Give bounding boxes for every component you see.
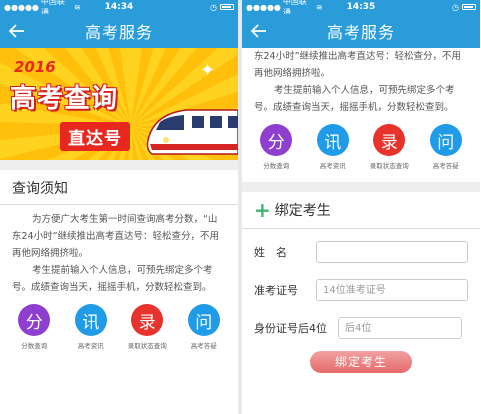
score-query-icon: 分 bbox=[18, 304, 51, 336]
name-input[interactable] bbox=[316, 241, 468, 263]
banner-title: 高考查询 bbox=[10, 84, 119, 114]
notice-title: 查询须知 bbox=[0, 170, 238, 205]
service-admission[interactable]: 录 录取状态查询 bbox=[122, 304, 172, 350]
status-bar: ●●●●● 中国联通 ≋ 14:34 ◷ bbox=[0, 0, 238, 17]
back-arrow-icon bbox=[251, 24, 266, 38]
battery-icon bbox=[462, 4, 477, 10]
signal-icon: ●●●●● bbox=[4, 2, 39, 12]
banner-subtitle: 直达号 bbox=[60, 122, 130, 151]
notice-text: 东24小时”继续推出高考直达号：轻松查分，不用再他网络拥挤啦。 考生提前输入个人… bbox=[242, 48, 480, 116]
exam-number-row: 准考证号 bbox=[242, 271, 480, 309]
service-label: 分数查询 bbox=[263, 162, 290, 170]
service-score-query[interactable]: 分 分数查询 bbox=[251, 124, 301, 170]
name-row: 姓 名 bbox=[242, 233, 480, 271]
status-bar: ●●●●● 中国联通 ≋ 14:35 ◷ bbox=[242, 0, 480, 17]
train-illustration bbox=[146, 109, 238, 155]
qa-icon: 问 bbox=[429, 124, 462, 156]
name-label: 姓 名 bbox=[254, 246, 287, 259]
back-arrow-icon bbox=[9, 24, 24, 38]
service-label: 分数查询 bbox=[21, 342, 48, 350]
qa-icon: 问 bbox=[187, 304, 220, 336]
service-grid: 分 分数查询 讯 高考资讯 录 录取状态查询 问 高考答疑 bbox=[242, 116, 480, 170]
service-news[interactable]: 讯 高考资讯 bbox=[308, 124, 358, 170]
alarm-icon: ◷ bbox=[210, 2, 218, 12]
plus-icon: + bbox=[254, 198, 271, 222]
phone-screen-right: ●●●●● 中国联通 ≋ 14:35 ◷ 高考服务 东24小时”继续推出高考直达… bbox=[242, 0, 480, 414]
service-label: 录取状态查询 bbox=[127, 342, 167, 350]
id-last4-input[interactable] bbox=[338, 317, 462, 339]
phone-screen-left: ●●●●● 中国联通 ≋ 14:34 ◷ 高考服务 2016 高考查询 直达号 … bbox=[0, 0, 238, 414]
back-button[interactable] bbox=[6, 20, 28, 42]
notice-paragraph-1: 为方便广大考生第一时间查询高考分数，“山东24小时”继续推出高考直达号：轻松查分… bbox=[12, 214, 220, 259]
bind-form-title: 绑定考生 bbox=[274, 203, 331, 219]
wifi-icon: ≋ bbox=[73, 2, 81, 12]
score-query-icon: 分 bbox=[260, 124, 293, 156]
signal-icon: ●●●●● bbox=[246, 2, 281, 12]
page-title: 高考服务 bbox=[84, 23, 153, 42]
admission-icon: 录 bbox=[373, 124, 406, 156]
notice-paragraph-1-continued: 东24小时”继续推出高考直达号：轻松查分，不用再他网络拥挤啦。 bbox=[254, 51, 462, 79]
service-score-query[interactable]: 分 分数查询 bbox=[9, 304, 59, 350]
back-button[interactable] bbox=[248, 20, 270, 42]
service-qa[interactable]: 问 高考答疑 bbox=[421, 124, 471, 170]
id-row: 身份证号后4位 bbox=[242, 309, 480, 347]
clock: 14:34 bbox=[104, 2, 134, 12]
section-divider bbox=[0, 160, 238, 170]
admission-icon: 录 bbox=[131, 304, 164, 336]
bind-form-header: + 绑定考生 bbox=[242, 192, 480, 229]
battery-icon bbox=[220, 4, 235, 10]
wifi-icon: ≋ bbox=[315, 2, 323, 12]
exam-number-label: 准考证号 bbox=[254, 284, 298, 297]
service-news[interactable]: 讯 高考资讯 bbox=[66, 304, 116, 350]
notice-text: 为方便广大考生第一时间查询高考分数，“山东24小时”继续推出高考直达号：轻松查分… bbox=[0, 205, 238, 296]
id-last4-label: 身份证号后4位 bbox=[254, 322, 327, 335]
service-qa[interactable]: 问 高考答疑 bbox=[179, 304, 229, 350]
banner-year: 2016 bbox=[14, 58, 56, 76]
nav-bar: 高考服务 bbox=[0, 14, 238, 48]
service-label: 高考资讯 bbox=[319, 162, 346, 170]
news-icon: 讯 bbox=[74, 304, 107, 336]
notice-paragraph-2: 考生提前输入个人信息，可预先绑定多个考号。成绩查询当天，摇摇手机，分数轻松查到。 bbox=[254, 85, 455, 113]
news-icon: 讯 bbox=[316, 124, 349, 156]
service-label: 录取状态查询 bbox=[369, 162, 409, 170]
bind-submit-button[interactable]: 绑定考生 bbox=[310, 351, 412, 373]
service-label: 高考答疑 bbox=[432, 162, 459, 170]
sparkle-icon: ✦ bbox=[200, 60, 216, 81]
service-admission[interactable]: 录 录取状态查询 bbox=[364, 124, 414, 170]
promo-banner: 2016 高考查询 直达号 ✦ bbox=[0, 48, 238, 160]
service-label: 高考答疑 bbox=[190, 342, 217, 350]
notice-paragraph-2: 考生提前输入个人信息，可预先绑定多个考号。成绩查询当天，摇摇手机，分数轻松查到。 bbox=[12, 265, 213, 293]
nav-bar: 高考服务 bbox=[242, 14, 480, 48]
alarm-icon: ◷ bbox=[452, 2, 460, 12]
clock: 14:35 bbox=[346, 2, 376, 12]
page-title: 高考服务 bbox=[326, 23, 395, 42]
service-grid: 分 分数查询 讯 高考资讯 录 录取状态查询 问 高考答疑 bbox=[0, 296, 238, 350]
exam-number-input[interactable] bbox=[316, 279, 468, 301]
section-divider bbox=[242, 182, 480, 192]
service-label: 高考资讯 bbox=[77, 342, 104, 350]
